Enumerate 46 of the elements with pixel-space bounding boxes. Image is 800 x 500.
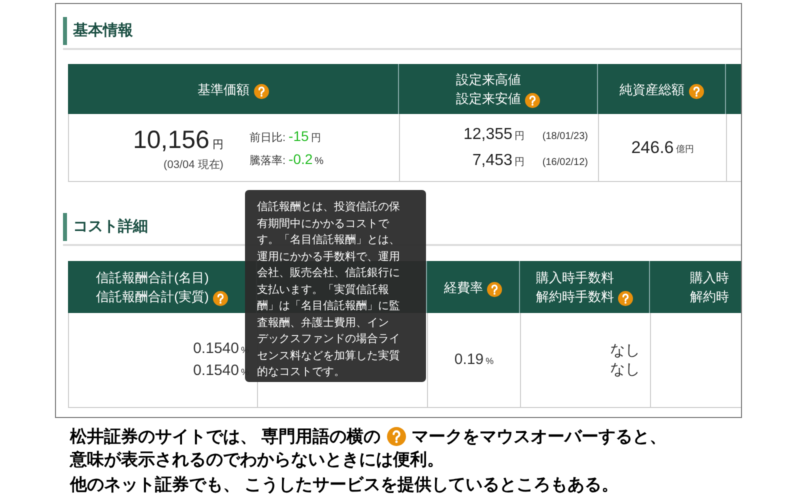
header-label: 購入時 解約時 bbox=[690, 269, 729, 306]
header-label: 信託報酬合計(名目) 信託報酬合計(実質) bbox=[96, 269, 209, 306]
unit-label: % bbox=[240, 344, 249, 356]
unit-label: 円 bbox=[310, 132, 321, 146]
unit-label: % bbox=[486, 355, 494, 368]
fee-value: なし bbox=[610, 360, 640, 379]
section-title: 基本情報 bbox=[63, 17, 133, 45]
unit-label: 円 bbox=[514, 156, 524, 170]
help-icon[interactable] bbox=[487, 282, 502, 296]
fee-value: 0.19 bbox=[454, 350, 484, 370]
fee-value: なし bbox=[610, 341, 640, 360]
asset-value: 246.6 bbox=[631, 136, 674, 159]
unit-label: 億円 bbox=[676, 142, 694, 156]
price-value: 12,355 bbox=[463, 124, 512, 144]
tooltip-text: 信託報酬とは、投資信託の保 有期間中にかかるコストで す。「名目信託報酬」とは、 運用にかかる手数料で、運用 会社、販売会社、信託銀行に 支払います。「実質信託報 酬」は「名目信託報酬」に監 査報酬、弁護士費用、イン デックスファンドの場合ライ センス料などを加算した実質 的なコストです。 bbox=[257, 200, 401, 380]
help-icon[interactable] bbox=[618, 291, 633, 306]
date-label: (03/04 現在) bbox=[164, 158, 224, 173]
unit-label: 円 bbox=[212, 138, 224, 152]
change-label: 前日比: bbox=[249, 130, 286, 146]
section-title: コスト詳細 bbox=[63, 213, 148, 241]
help-icon bbox=[386, 427, 406, 446]
header-label: 経費率 bbox=[444, 278, 483, 296]
caption-text: 松井証券のサイトでは、 専門用語の横の bbox=[70, 426, 381, 448]
price-value: 10,156 bbox=[133, 124, 210, 156]
date-label: (16/02/12) bbox=[542, 156, 588, 170]
change-label: 騰落率: bbox=[249, 154, 286, 168]
unit-label: 円 bbox=[514, 130, 524, 144]
fee-value: 0.1540 bbox=[193, 361, 239, 381]
date-label: (18/01/23) bbox=[542, 130, 588, 144]
help-icon[interactable] bbox=[525, 93, 540, 108]
help-icon[interactable] bbox=[254, 84, 268, 98]
header-label: 純資産総額 bbox=[620, 80, 684, 98]
help-icon[interactable] bbox=[212, 291, 228, 306]
header-label: 設定来高値 設定来安値 bbox=[456, 71, 521, 108]
price-value: 7,453 bbox=[472, 150, 512, 170]
unit-label: % bbox=[240, 366, 249, 379]
change-value: -0.2 bbox=[288, 150, 313, 168]
unit-label: % bbox=[314, 154, 324, 168]
caption-text: 他のネット証券でも、 こうしたサービスを提供しているところもある。 bbox=[70, 474, 620, 496]
header-label: 基準価額 bbox=[198, 80, 250, 98]
change-value: -15 bbox=[288, 126, 309, 146]
header-label: 購入時手数料 解約時手数料 bbox=[536, 269, 614, 306]
help-icon[interactable] bbox=[688, 84, 704, 98]
caption-text: 意味が表示されるのでわからないときには便利。 bbox=[70, 449, 445, 471]
caption-text: マークをマウスオーバーすると、 bbox=[412, 426, 667, 448]
fee-value: 0.1540 bbox=[193, 338, 239, 358]
